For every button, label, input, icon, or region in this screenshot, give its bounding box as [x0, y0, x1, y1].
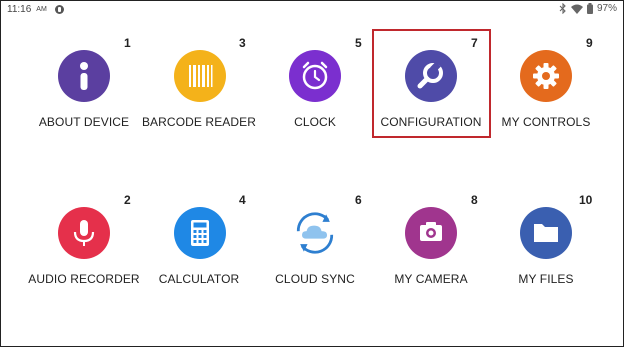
status-left: 11:16 AM	[7, 4, 64, 15]
app-label: MY CAMERA	[394, 272, 468, 286]
battery-icon	[586, 3, 593, 14]
calculator-icon[interactable]	[174, 207, 226, 259]
app-number: 5	[355, 36, 362, 50]
app-number: 6	[355, 193, 362, 207]
info-icon[interactable]	[58, 50, 110, 102]
app-label: BARCODE READER	[141, 115, 257, 129]
battery-percent: 97%	[596, 3, 617, 14]
app-number: 10	[579, 193, 593, 207]
status-bar: 11:16 AM 97%	[1, 1, 623, 19]
app-number: 4	[239, 193, 246, 207]
bluetooth-icon	[559, 3, 566, 14]
cloud-sync-icon[interactable]	[289, 207, 341, 259]
barcode-icon[interactable]	[174, 50, 226, 102]
app-label: CLOUD SYNC	[275, 272, 355, 286]
app-number: 1	[124, 36, 131, 50]
app-label: ABOUT DEVICE	[38, 115, 130, 129]
home-screen: 11:16 AM 97% 1 ABOUT DEVICE 3 BARCODE RE…	[0, 0, 624, 347]
folder-icon[interactable]	[520, 207, 572, 259]
app-label: AUDIO RECORDER	[28, 272, 140, 286]
app-number: 3	[239, 36, 246, 50]
app-notification-icon	[54, 5, 64, 14]
app-label: CLOCK	[294, 115, 336, 129]
alarm-clock-icon[interactable]	[289, 50, 341, 102]
app-number: 8	[471, 193, 478, 207]
app-label: MY CONTROLS	[501, 115, 591, 129]
app-label: MY FILES	[518, 272, 574, 286]
status-time: 11:16	[7, 4, 32, 15]
status-right: 97%	[559, 3, 617, 14]
status-ampm: AM	[36, 6, 47, 13]
app-number: 2	[124, 193, 131, 207]
app-number: 9	[586, 36, 593, 50]
gear-icon[interactable]	[520, 50, 572, 102]
configuration-highlight-box	[372, 29, 491, 138]
microphone-icon[interactable]	[58, 207, 110, 259]
camera-icon[interactable]	[405, 207, 457, 259]
app-label: CALCULATOR	[158, 272, 240, 286]
wifi-icon	[570, 4, 583, 14]
